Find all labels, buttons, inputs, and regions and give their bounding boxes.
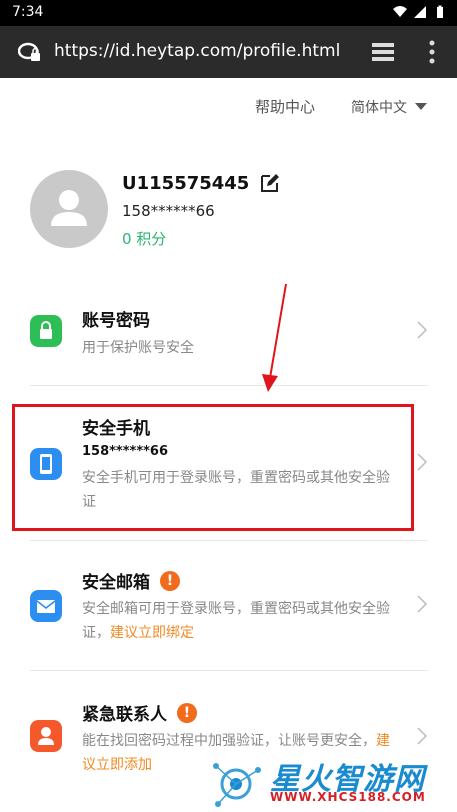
watermark-logo-icon [213,763,261,807]
status-bar: 7:34 [0,0,457,26]
chevron-right-icon [417,321,428,339]
profile-phone: 158******66 [122,202,215,220]
user-icon [51,190,87,226]
signal-icon [414,6,426,18]
watermark-site: WWW.XHCS188.COM [270,790,426,804]
item-desc: 能在找回密码过程中加强验证，让账号更安全， [82,733,376,749]
item-title: 安全邮箱 [82,573,150,593]
wifi-icon [393,6,407,17]
chevron-right-icon [417,453,428,471]
profile-header: U115575445 158******66 0 积分 [30,170,430,250]
warning-icon: ! [177,702,197,723]
language-selector[interactable]: 简体中文 [351,97,427,117]
security-email-item[interactable]: 安全邮箱 ! 安全邮箱可用于登录账号，重置密码或其他安全验证，建议立即绑定 [30,568,428,646]
divider [30,540,428,541]
lock-icon [30,315,62,347]
item-desc-block: 安全邮箱可用于登录账号，重置密码或其他安全验证，建议立即绑定 [82,597,398,645]
chevron-right-icon [417,595,428,613]
divider [30,670,428,671]
item-desc: 用于保护账号安全 [82,340,194,356]
mail-icon [30,590,62,622]
help-center-link[interactable]: 帮助中心 [255,96,315,117]
divider [30,385,428,386]
more-menu-icon[interactable] [424,38,440,66]
watermark: 星火智游网 WWW.XHCS188.COM [206,752,456,812]
avatar[interactable] [30,170,108,248]
top-nav: 帮助中心 简体中文 [255,96,427,117]
account-password-item[interactable]: 账号密码 用于保护账号安全 [30,306,428,370]
item-title: 紧急联系人 [82,705,167,725]
item-title: 账号密码 [82,311,150,331]
points-link[interactable]: 0 积分 [122,228,166,249]
bind-now-link[interactable]: 建议立即绑定 [110,625,194,641]
status-time: 7:34 [12,4,44,20]
url-text[interactable]: https://id.heytap.com/profile.html [54,41,340,61]
username: U115575445 [122,172,250,194]
contact-icon [30,720,62,752]
secure-lock-icon[interactable] [18,40,42,64]
battery-icon [437,5,443,18]
highlight-box [12,404,414,531]
annotation-arrow-icon [262,283,287,392]
tabs-icon[interactable] [370,40,396,64]
chevron-right-icon [417,727,428,745]
language-label: 简体中文 [351,99,407,116]
chevron-down-icon [415,103,427,110]
edit-icon[interactable] [259,172,281,194]
warning-icon: ! [160,570,180,591]
browser-url-bar: https://id.heytap.com/profile.html [0,26,457,78]
